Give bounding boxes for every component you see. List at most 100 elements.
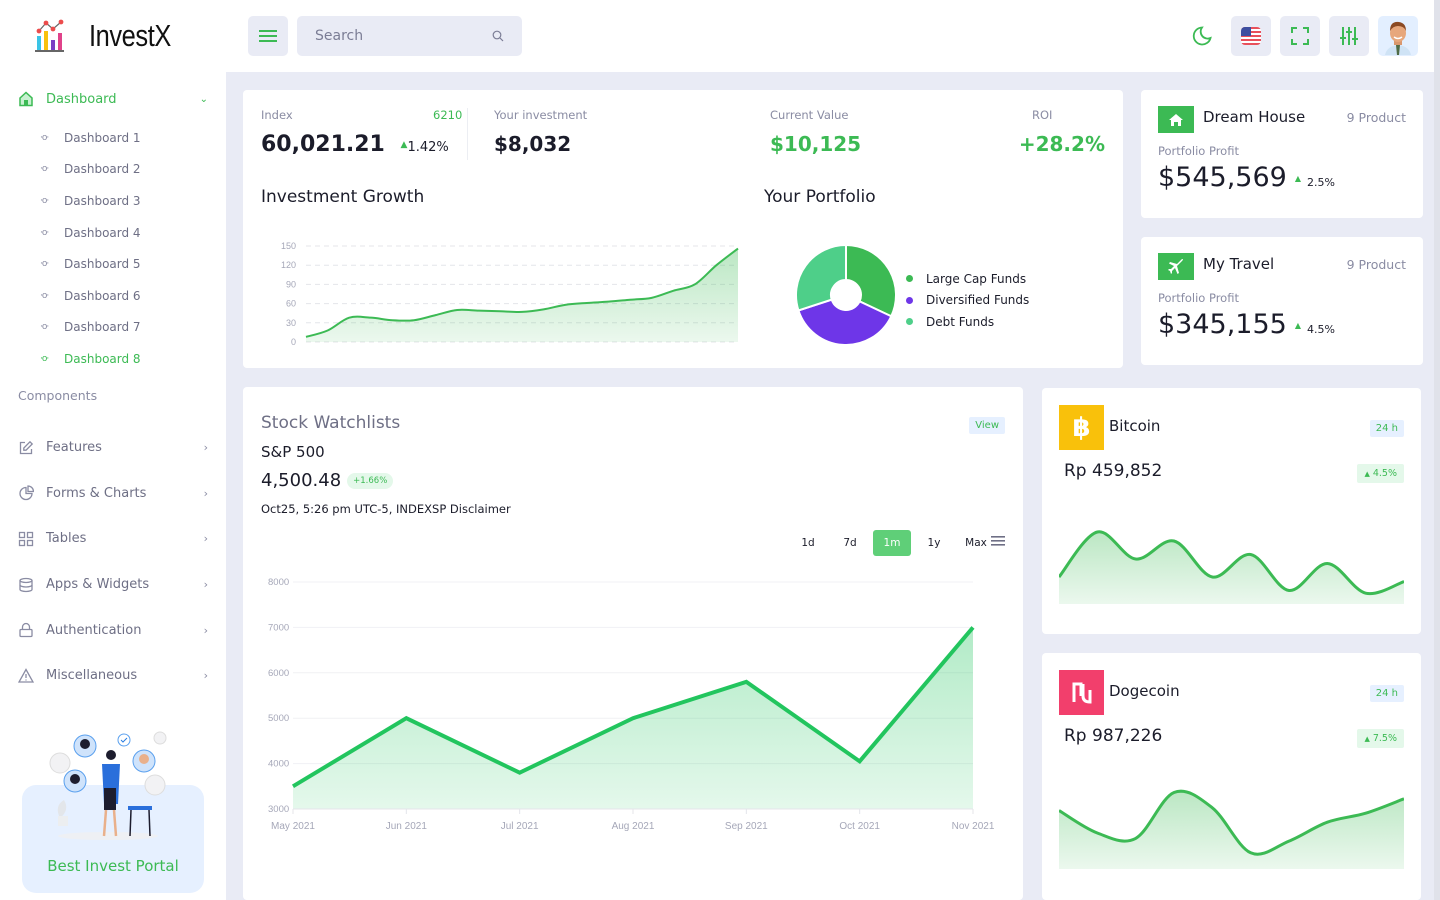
bitcoin-icon: ฿ [1059, 405, 1104, 450]
sidebar-item-authentication[interactable]: Authentication › [18, 607, 208, 653]
x-tick-label: Jul 2021 [501, 821, 539, 832]
subitem-label: Dashboard 2 [64, 162, 141, 177]
index-change: 1.42% [407, 140, 449, 155]
logo[interactable]: InvestX [33, 18, 189, 54]
dream-house-card[interactable]: Dream House 9 Product Portfolio Profit $… [1141, 90, 1423, 218]
sidebar-subitem-dashboard-5[interactable]: ·o· Dashboard 5 [40, 248, 141, 280]
menu-toggle-button[interactable] [248, 16, 288, 56]
portfolio-legend: Large Cap Funds Diversified Funds Debt F… [906, 268, 1029, 333]
view-button[interactable]: View [969, 417, 1005, 434]
user-avatar[interactable] [1378, 16, 1418, 56]
sidebar-subitem-dashboard-4[interactable]: ·o· Dashboard 4 [40, 217, 141, 249]
settings-button[interactable] [1329, 16, 1369, 56]
sidebar-subitem-dashboard-3[interactable]: ·o· Dashboard 3 [40, 185, 141, 217]
language-button[interactable] [1231, 16, 1271, 56]
legend-item: Diversified Funds [906, 290, 1029, 312]
page-scrollbar[interactable] [1434, 0, 1440, 900]
current-value: $10,125 [770, 132, 862, 156]
sidebar-item-features[interactable]: Features › [18, 425, 208, 471]
home-icon [19, 91, 33, 107]
up-arrow-icon: ▲ [1294, 174, 1301, 183]
area-fill [306, 248, 738, 342]
goal-change: 2.5% [1307, 176, 1335, 189]
sidebar-item-label: Tables [46, 531, 87, 547]
goal-subtitle: Portfolio Profit [1158, 144, 1239, 158]
sp500-chart: 3000 4000 5000 6000 7000 8000 May 2021 Jun 2021… [268, 577, 995, 832]
x-tick-label: Nov 2021 [952, 821, 995, 832]
up-arrow-icon: ▲ [1364, 470, 1370, 478]
subitem-label: Dashboard 8 [64, 351, 141, 366]
sidebar-item-tables[interactable]: Tables › [18, 516, 208, 562]
up-arrow-icon: ▲ [1364, 735, 1370, 743]
dark-mode-toggle[interactable] [1182, 16, 1222, 56]
sidebar-subitem-dashboard-6[interactable]: ·o· Dashboard 6 [40, 280, 141, 312]
legend-dot [906, 275, 913, 283]
sidebar-item-apps-widgets[interactable]: Apps & Widgets › [18, 562, 208, 608]
sliders-icon [1340, 27, 1358, 45]
legend-label: Diversified Funds [926, 293, 1030, 308]
search-input[interactable] [315, 28, 492, 44]
sidebar-subitem-dashboard-1[interactable]: ·o· Dashboard 1 [40, 122, 141, 154]
stock-watchlist-card: Stock Watchlists View S&P 500 4,500.48 +1… [243, 387, 1023, 900]
index-value: 60,021.21 ▲1.42% [261, 132, 449, 157]
sidebar-item-dashboard[interactable]: Dashboard ⌄ [18, 88, 208, 110]
dogecoin-card[interactable]: Dogecoin 24 h Rp 987,226 ▲ 7.5% [1042, 653, 1421, 900]
sidebar-item-label: Forms & Charts [46, 485, 147, 501]
logo-icon [35, 19, 64, 52]
lock-icon [18, 622, 46, 638]
sidebar-subitem-dashboard-8[interactable]: ·o· Dashboard 8 [40, 343, 141, 375]
stock-price-text: 4,500.48 [261, 470, 342, 491]
chevron-right-icon: › [203, 532, 208, 546]
legend-label: Debt Funds [926, 314, 995, 329]
donut-slice[interactable] [845, 243, 897, 318]
my-travel-card[interactable]: My Travel 9 Product Portfolio Profit $34… [1141, 237, 1423, 365]
legend-item: Large Cap Funds [906, 268, 1029, 290]
index-count: 6210 [433, 108, 463, 122]
range-tab-1y[interactable]: 1y [915, 530, 953, 556]
sidebar-item-forms-charts[interactable]: Forms & Charts › [18, 471, 208, 517]
fullscreen-button[interactable] [1280, 16, 1320, 56]
edit-icon [18, 440, 46, 456]
portfolio-title: Your Portfolio [764, 187, 876, 207]
range-tabs: 1d 7d 1m 1y Max [789, 530, 1005, 556]
sidebar-subitem-dashboard-2[interactable]: ·o· Dashboard 2 [40, 154, 141, 186]
chevron-right-icon: › [203, 578, 208, 592]
donut-slice[interactable] [795, 243, 847, 312]
coin-change-badge: ▲ 7.5% [1357, 729, 1404, 748]
y-tick-label: 30 [286, 318, 296, 328]
legend-dot [906, 318, 913, 326]
goal-value: $545,569 ▲ 2.5% [1158, 162, 1335, 193]
goal-title: Dream House [1203, 108, 1306, 126]
sidebar-item-miscellaneous[interactable]: Miscellaneous › [18, 653, 208, 699]
components-section-label: Components [18, 388, 98, 403]
range-tab-7d[interactable]: 7d [831, 530, 869, 556]
coin-change-badge: ▲ 4.5% [1357, 464, 1404, 483]
goal-value-text: $545,569 [1158, 162, 1287, 193]
plane-icon [1158, 253, 1194, 280]
coin-name: Dogecoin [1109, 682, 1180, 700]
sidebar-item-label: Features [46, 440, 102, 456]
range-tab-max[interactable]: Max [957, 530, 995, 556]
topbar [226, 0, 1440, 72]
x-tick-label: Aug 2021 [612, 821, 655, 832]
range-tab-1d[interactable]: 1d [789, 530, 827, 556]
range-tab-1m[interactable]: 1m [873, 530, 911, 556]
goal-products: 9 Product [1346, 257, 1406, 272]
y-tick-label: 6000 [268, 668, 289, 679]
goal-title: My Travel [1203, 255, 1275, 273]
goal-value: $345,155 ▲ 4.5% [1158, 309, 1335, 340]
roi-label: ROI [1032, 108, 1053, 122]
coin-period-badge: 24 h [1369, 685, 1404, 702]
sidebar-subitem-dashboard-7[interactable]: ·o· Dashboard 7 [40, 312, 141, 344]
sidebar-item-label: Dashboard [46, 91, 117, 107]
y-tick-label: 7000 [268, 622, 289, 633]
coin-change-text: 4.5% [1372, 468, 1397, 479]
bitcoin-card[interactable]: ฿ Bitcoin 24 h Rp 459,852 ▲ 4.5% [1042, 388, 1421, 634]
bullet-icon: ·o· [40, 353, 49, 364]
chart-menu-icon[interactable] [991, 536, 1005, 546]
x-tick-label: May 2021 [271, 821, 315, 832]
y-tick-label: 120 [281, 260, 296, 270]
y-tick-label: 0 [291, 337, 296, 347]
search-icon[interactable] [492, 30, 504, 42]
chevron-right-icon: › [203, 669, 208, 683]
